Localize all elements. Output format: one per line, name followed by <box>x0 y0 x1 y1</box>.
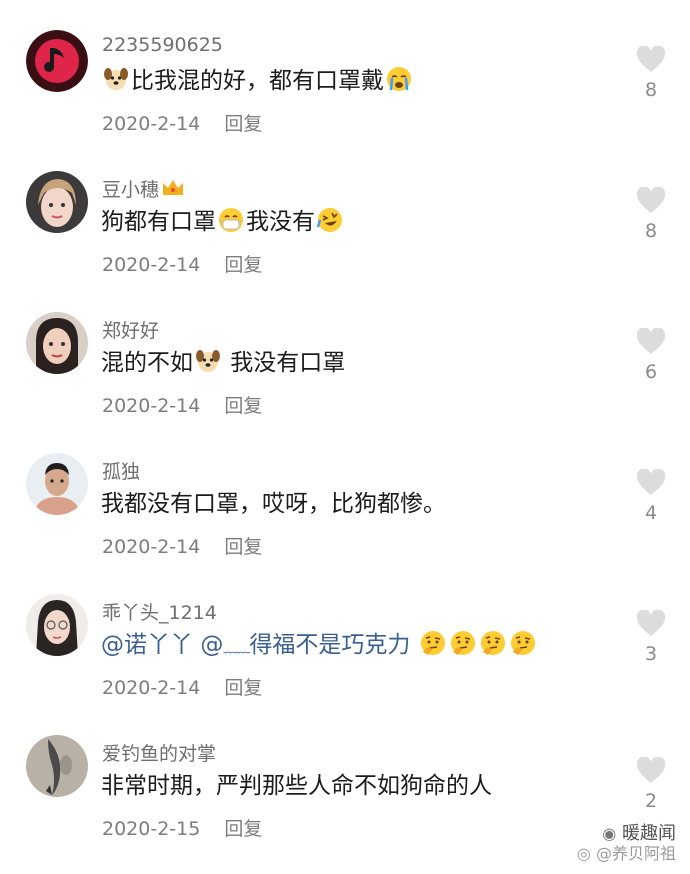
like-count: 8 <box>644 79 658 101</box>
like-button[interactable]: 2 <box>632 757 670 812</box>
comment-meta: 2020-2-15 回复 <box>102 814 262 841</box>
like-button[interactable]: 8 <box>632 46 670 101</box>
comment-date: 2020-2-14 <box>102 395 201 417</box>
comment-text-part: 非常时期，严判那些人命不如狗命的人 <box>101 773 492 799</box>
mention-link[interactable]: @诺丫丫 <box>101 632 193 658</box>
comment-date: 2020-2-14 <box>102 536 201 558</box>
reply-button[interactable]: 回复 <box>224 395 262 417</box>
comment-meta: 2020-2-14 回复 <box>102 532 262 559</box>
heart-icon[interactable] <box>636 46 666 73</box>
comment-date: 2020-2-14 <box>102 254 201 276</box>
reply-button[interactable]: 回复 <box>224 536 262 558</box>
avatar[interactable] <box>26 171 88 233</box>
username[interactable]: 乖丫头_1214 <box>102 598 217 625</box>
username[interactable]: 郑好好 <box>102 316 159 343</box>
reply-button[interactable]: 回复 <box>224 677 262 699</box>
avatar[interactable] <box>26 594 88 656</box>
comment-item: 2235590625 比我混的好，都有口罩戴 2020-2-14 回复 8 <box>0 0 690 141</box>
fish-photo-icon <box>26 735 88 797</box>
comment-text-part: 比我混的好，都有口罩戴 <box>131 68 384 94</box>
heart-icon[interactable] <box>636 328 666 355</box>
crown-icon <box>161 177 185 199</box>
comment-meta: 2020-2-14 回复 <box>102 250 262 277</box>
like-button[interactable]: 3 <box>632 610 670 665</box>
rofl-face-icon <box>316 207 343 233</box>
comment-text: 狗都有口罩 我没有 <box>101 207 345 237</box>
thinking-face-icon <box>480 630 506 656</box>
comment-text: 非常时期，严判那些人命不如狗命的人 <box>101 771 492 801</box>
thinking-face-icon <box>510 630 536 656</box>
heart-icon[interactable] <box>636 610 666 637</box>
watermark-line2: ◎ @养贝阿祖 <box>576 844 676 863</box>
thinking-face-icon <box>450 630 476 656</box>
like-count: 8 <box>644 220 658 242</box>
man-photo-icon <box>26 453 88 515</box>
comment-text-part: 我没有口罩 <box>223 350 346 376</box>
mask-face-icon <box>218 207 244 233</box>
avatar[interactable] <box>26 735 88 797</box>
like-button[interactable]: 8 <box>632 187 670 242</box>
heart-icon[interactable] <box>636 187 666 214</box>
comment-text: @诺丫丫 @﹏﹏得福不是巧克力 <box>101 630 538 663</box>
music-note-icon <box>26 30 88 92</box>
like-button[interactable]: 6 <box>632 328 670 383</box>
comment-text: 比我混的好，都有口罩戴 <box>101 66 414 96</box>
comment-date: 2020-2-15 <box>102 818 201 840</box>
watermark: ◉ 暖趣闻 ◎ @养贝阿祖 <box>577 824 676 864</box>
mention-link[interactable]: @ <box>200 632 223 658</box>
comment-text-part: 我都没有口罩，哎呀，比狗都惨。 <box>101 491 446 517</box>
comment-meta: 2020-2-14 回复 <box>102 391 262 418</box>
wave-underline-icon: ﹏﹏ <box>223 640 250 656</box>
glasses-girl-photo-icon <box>26 594 88 656</box>
avatar[interactable] <box>26 453 88 515</box>
like-button[interactable]: 4 <box>632 469 670 524</box>
comment-text-part: 我没有 <box>246 209 315 235</box>
reply-button[interactable]: 回复 <box>224 254 262 276</box>
comment-item: 乖丫头_1214 @诺丫丫 @﹏﹏得福不是巧克力 2020-2-14 回复 3 <box>0 564 690 705</box>
reply-button[interactable]: 回复 <box>224 113 262 135</box>
comment-text-part: 狗都有口罩 <box>101 209 216 235</box>
reply-button[interactable]: 回复 <box>224 818 262 840</box>
comment-meta: 2020-2-14 回复 <box>102 109 262 136</box>
thinking-face-icon <box>420 630 446 656</box>
woman-photo-icon <box>26 312 88 374</box>
username[interactable]: 2235590625 <box>102 34 223 56</box>
girl-photo-icon <box>26 171 88 233</box>
username[interactable]: 豆小穗 <box>102 175 185 202</box>
weibo-logo-icon: ◎ <box>576 844 591 863</box>
comment-text: 混的不如 我没有口罩 <box>101 348 345 378</box>
username[interactable]: 爱钓鱼的对掌 <box>102 739 216 766</box>
username-text[interactable]: 豆小穗 <box>102 179 159 201</box>
username[interactable]: 孤独 <box>102 457 140 484</box>
comment-date: 2020-2-14 <box>102 677 201 699</box>
comment-text-part: 得福不是巧克力 <box>249 632 411 658</box>
comment-item: 孤独 我都没有口罩，哎呀，比狗都惨。 2020-2-14 回复 4 <box>0 423 690 564</box>
comment-date: 2020-2-14 <box>102 113 201 135</box>
like-count: 2 <box>644 790 658 812</box>
like-count: 4 <box>644 502 658 524</box>
comment-text: 我都没有口罩，哎呀，比狗都惨。 <box>101 489 446 519</box>
heart-icon[interactable] <box>636 469 666 496</box>
like-count: 6 <box>644 361 658 383</box>
comment-item: 郑好好 混的不如 我没有口罩 2020-2-14 回复 6 <box>0 282 690 423</box>
dog-face-icon <box>195 348 221 374</box>
avatar[interactable] <box>26 312 88 374</box>
wechat-logo-icon: ◉ <box>602 824 617 843</box>
comment-meta: 2020-2-14 回复 <box>102 673 262 700</box>
dog-face-icon <box>103 66 129 92</box>
crying-face-icon <box>386 66 412 92</box>
heart-icon[interactable] <box>636 757 666 784</box>
comment-text-part: 混的不如 <box>101 350 193 376</box>
avatar[interactable] <box>26 30 88 92</box>
like-count: 3 <box>644 643 658 665</box>
watermark-line1: ◉ 暖趣闻 <box>602 823 676 844</box>
comment-item: 豆小穗 狗都有口罩 我没有 2020-2-14 回复 8 <box>0 141 690 282</box>
